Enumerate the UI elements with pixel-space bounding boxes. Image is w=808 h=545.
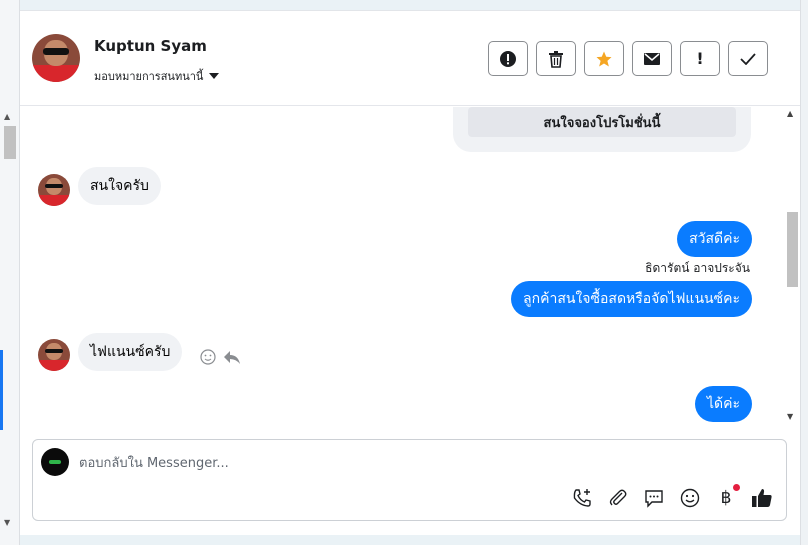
delete-button[interactable]: [536, 41, 576, 76]
check-icon: [740, 52, 756, 65]
reply-input[interactable]: [79, 452, 679, 474]
outgoing-message[interactable]: ได้ค่ะ: [694, 386, 752, 422]
envelope-icon: [644, 52, 660, 65]
payment-button[interactable]: ฿: [714, 484, 740, 510]
like-icon: [752, 489, 772, 507]
conversation-header: Kuptun Syam มอบหมายการสนทนานี้ !: [20, 11, 800, 106]
active-conversation-indicator: [0, 350, 3, 430]
promo-button[interactable]: สนใจจองโปรโมชั่นนี้: [468, 107, 736, 137]
assign-label: มอบหมายการสนทนานี้: [94, 70, 204, 83]
like-button[interactable]: [750, 486, 774, 510]
scroll-down-arrow-icon[interactable]: ▼: [787, 412, 793, 421]
header-actions: !: [488, 41, 768, 76]
alert-circle-icon: [500, 50, 516, 67]
emoji-button[interactable]: [678, 486, 702, 510]
mark-unread-button[interactable]: [632, 41, 672, 76]
call-button[interactable]: [570, 486, 594, 510]
outgoing-message[interactable]: สวัสดีค่ะ: [677, 221, 752, 257]
sidebar-scrollbar-thumb[interactable]: [4, 126, 16, 159]
left-sidebar-strip: ▲ ▼: [0, 0, 20, 545]
scroll-up-arrow-icon[interactable]: ▲: [4, 112, 10, 121]
baht-payment-icon: ฿: [720, 488, 732, 508]
outgoing-message[interactable]: ลูกค้าสนใจซื้อสดหรือจัดไฟแนนซ์คะ: [511, 281, 752, 317]
window-edge: [800, 0, 808, 545]
sender-avatar[interactable]: [38, 339, 70, 371]
sender-avatar[interactable]: [38, 174, 70, 206]
incoming-message[interactable]: สนใจครับ: [78, 167, 161, 205]
emoji-icon: [680, 488, 700, 508]
notification-dot: [733, 484, 740, 491]
message-thread[interactable]: สนใจจองโปรโมชั่นนี้ สนใจครับ สวัสดีค่ะ ธ…: [20, 107, 800, 427]
spam-button[interactable]: !: [680, 41, 720, 76]
star-button[interactable]: [584, 41, 624, 76]
saved-reply-icon: [645, 490, 663, 508]
report-button[interactable]: [488, 41, 528, 76]
sender-name: ธิดารัตน์ อาจประจัน: [645, 261, 750, 275]
promo-card: สนใจจองโปรโมชั่นนี้: [453, 107, 751, 152]
message-composer: ฿: [32, 439, 787, 521]
attachment-icon: [609, 489, 627, 506]
trash-icon: [549, 50, 563, 68]
contact-avatar[interactable]: [32, 34, 80, 82]
app-root: ▲ ▼ Kuptun Syam มอบหมายการสนทนานี้ ! สนใ…: [0, 0, 808, 545]
incoming-message[interactable]: ไฟแนนซ์ครับ: [78, 333, 183, 371]
reply-arrow-icon[interactable]: [223, 349, 241, 365]
call-icon: [573, 489, 591, 507]
attach-button[interactable]: [606, 486, 630, 510]
exclamation-icon: !: [696, 49, 704, 68]
conversation-panel: Kuptun Syam มอบหมายการสนทนานี้ ! สนใจจอง…: [20, 10, 800, 535]
scroll-down-arrow-icon[interactable]: ▼: [4, 518, 10, 527]
assign-conversation-dropdown[interactable]: มอบหมายการสนทนานี้: [94, 67, 220, 85]
thread-scrollbar-thumb[interactable]: [787, 212, 798, 287]
react-emoji-icon[interactable]: [200, 349, 216, 365]
composer-tools: ฿: [570, 484, 774, 510]
star-icon: [596, 51, 612, 66]
page-avatar: [41, 448, 69, 476]
saved-reply-button[interactable]: [642, 486, 666, 510]
caret-down-icon: [209, 73, 220, 79]
contact-name[interactable]: Kuptun Syam: [94, 37, 207, 55]
done-button[interactable]: [728, 41, 768, 76]
thread-scrollbar[interactable]: ▲ ▼: [782, 107, 800, 427]
scroll-up-arrow-icon[interactable]: ▲: [787, 109, 793, 118]
